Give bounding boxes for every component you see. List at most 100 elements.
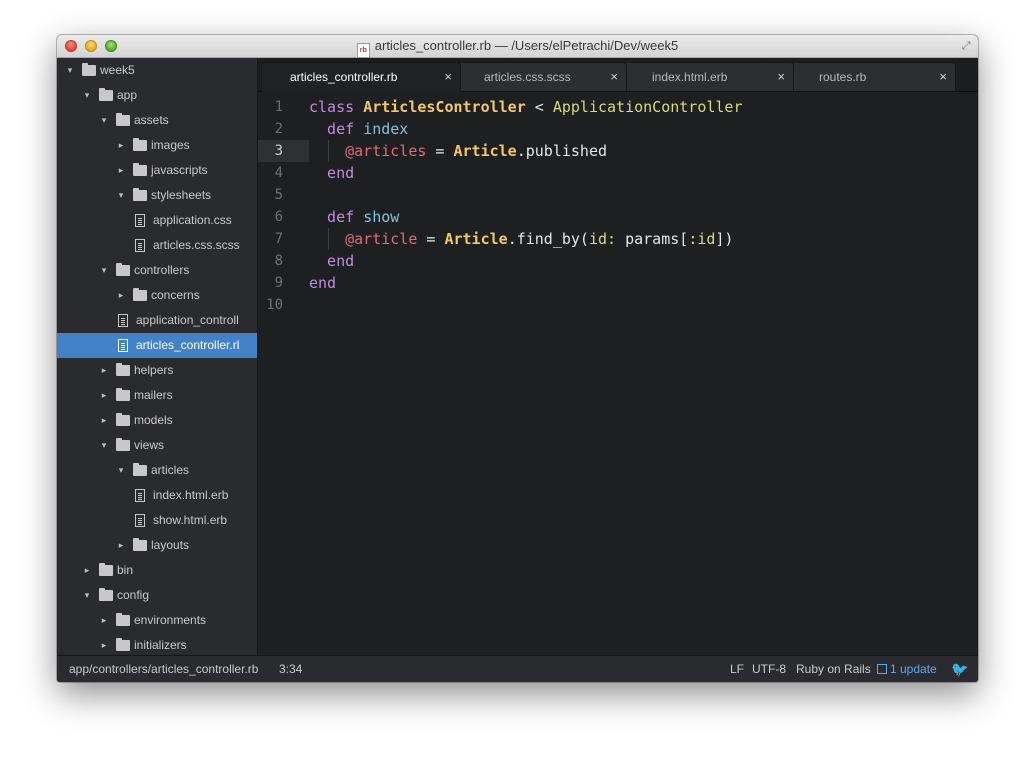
- tree-folder[interactable]: ▾ app: [57, 83, 257, 108]
- chevron-right-icon[interactable]: ▸: [99, 608, 109, 633]
- chevron-down-icon[interactable]: ▾: [82, 83, 92, 108]
- tree-folder[interactable]: ▸ initializers: [57, 633, 257, 655]
- line-number: 7: [274, 231, 283, 247]
- code-token: .find_by(: [507, 230, 589, 248]
- folder-icon: [133, 163, 147, 176]
- code-token: class: [309, 98, 364, 116]
- code-token: def: [309, 208, 364, 226]
- tree-folder[interactable]: ▾ config: [57, 583, 257, 608]
- folder-icon: [82, 63, 96, 76]
- code-line[interactable]: 5: [258, 184, 978, 206]
- tree-folder[interactable]: ▾ stylesheets: [57, 183, 257, 208]
- chevron-right-icon[interactable]: ▸: [116, 283, 126, 308]
- code-line[interactable]: 9 end: [258, 272, 978, 294]
- line-number: 3: [258, 140, 309, 162]
- chevron-right-icon[interactable]: ▸: [116, 533, 126, 558]
- tree-file[interactable]: application.css: [57, 208, 257, 233]
- code-line[interactable]: 7 @article = Article.find_by(id: params[…: [258, 228, 978, 250]
- code-token: end: [309, 164, 355, 182]
- line-number: 8: [274, 253, 283, 269]
- tree-file[interactable]: index.html.erb: [57, 483, 257, 508]
- chevron-down-icon[interactable]: ▾: [116, 458, 126, 483]
- tree-file[interactable]: show.html.erb: [57, 508, 257, 533]
- code-line[interactable]: 2 def index: [258, 118, 978, 140]
- chevron-down-icon[interactable]: ▾: [99, 108, 109, 133]
- line-number: 6: [274, 209, 283, 225]
- folder-icon: [116, 263, 130, 276]
- chevron-down-icon[interactable]: ▾: [82, 583, 92, 608]
- chevron-right-icon[interactable]: ▸: [99, 358, 109, 383]
- tree-folder[interactable]: ▸ helpers: [57, 358, 257, 383]
- chevron-right-icon[interactable]: ▸: [116, 133, 126, 158]
- fullscreen-icon[interactable]: ⤢: [959, 39, 973, 53]
- tab[interactable]: articles_controller.rb ×: [261, 62, 461, 92]
- tree-folder[interactable]: ▸ environments: [57, 608, 257, 633]
- tree-folder[interactable]: ▸ models: [57, 408, 257, 433]
- folder-icon: [116, 438, 130, 451]
- close-tab-icon[interactable]: ×: [610, 63, 618, 91]
- close-tab-icon[interactable]: ×: [777, 63, 785, 91]
- file-encoding[interactable]: UTF-8: [752, 656, 786, 682]
- bird-icon[interactable]: 🐦: [951, 656, 968, 682]
- tree-folder[interactable]: ▾ articles: [57, 458, 257, 483]
- code-text: def index: [309, 118, 408, 140]
- chevron-down-icon[interactable]: ▾: [99, 433, 109, 458]
- update-indicator[interactable]: 1 update: [877, 656, 937, 682]
- tree-folder[interactable]: ▸ images: [57, 133, 257, 158]
- code-line[interactable]: 1 class ArticlesController < ApplicationC…: [258, 96, 978, 118]
- tree-folder[interactable]: ▾ week5: [57, 58, 257, 83]
- editor-window: rb articles_controller.rb — /Users/elPetr…: [57, 35, 978, 682]
- tree-folder[interactable]: ▸ concerns: [57, 283, 257, 308]
- file-path[interactable]: app/controllers/articles_controller.rb: [69, 656, 258, 682]
- file-icon: [135, 489, 145, 502]
- code-text: end: [309, 250, 354, 272]
- code-text: @articles = Article.published: [309, 140, 607, 162]
- tree-folder[interactable]: ▸ bin: [57, 558, 257, 583]
- code-token: Article: [453, 142, 517, 160]
- tree-file[interactable]: articles_controller.rl: [57, 333, 257, 358]
- close-tab-icon[interactable]: ×: [444, 63, 452, 91]
- ruby-file-icon: rb: [356, 43, 370, 58]
- tree-item-label: views: [134, 438, 165, 452]
- code-line[interactable]: 8 end: [258, 250, 978, 272]
- tree-folder[interactable]: ▸ javascripts: [57, 158, 257, 183]
- grammar-selector[interactable]: Ruby on Rails: [796, 656, 871, 682]
- tree-file[interactable]: application_controll: [57, 308, 257, 333]
- tab-label: articles.css.scss: [484, 70, 571, 84]
- tree-item-label: show.html.erb: [153, 513, 228, 527]
- code-token: <: [525, 98, 553, 116]
- tab[interactable]: index.html.erb ×: [623, 62, 794, 91]
- close-tab-icon[interactable]: ×: [939, 63, 947, 91]
- chevron-down-icon[interactable]: ▾: [116, 183, 126, 208]
- chevron-right-icon[interactable]: ▸: [99, 383, 109, 408]
- title-bar[interactable]: rb articles_controller.rb — /Users/elPetr…: [57, 35, 978, 58]
- package-icon: [877, 664, 887, 674]
- file-tree[interactable]: ▾ week5 ▾ app ▾ assets ▸ images ▸ javascripts ▾ sty…: [57, 58, 258, 655]
- tab[interactable]: routes.rb ×: [790, 62, 956, 91]
- code-line[interactable]: 3 @articles = Article.published: [258, 140, 978, 162]
- tab[interactable]: articles.css.scss ×: [455, 62, 627, 91]
- code-line[interactable]: 10: [258, 294, 978, 316]
- code-token: @article: [345, 230, 418, 248]
- chevron-down-icon[interactable]: ▾: [99, 258, 109, 283]
- chevron-right-icon[interactable]: ▸: [99, 633, 109, 655]
- chevron-right-icon[interactable]: ▸: [99, 408, 109, 433]
- chevron-right-icon[interactable]: ▸: [82, 558, 92, 583]
- tree-folder[interactable]: ▾ assets: [57, 108, 257, 133]
- cursor-position[interactable]: 3:34: [279, 656, 302, 682]
- line-ending[interactable]: LF: [730, 656, 744, 682]
- tree-file[interactable]: articles.css.scss: [57, 233, 257, 258]
- tree-folder[interactable]: ▸ layouts: [57, 533, 257, 558]
- folder-icon: [116, 363, 130, 376]
- tree-item-label: application_controll: [136, 313, 239, 327]
- code-line[interactable]: 6 def show: [258, 206, 978, 228]
- tree-folder[interactable]: ▸ mailers: [57, 383, 257, 408]
- chevron-down-icon[interactable]: ▾: [65, 58, 75, 83]
- code-line[interactable]: 4 end: [258, 162, 978, 184]
- tree-folder[interactable]: ▾ controllers: [57, 258, 257, 283]
- tree-item-label: assets: [134, 113, 169, 127]
- code-editor[interactable]: 1 class ArticlesController < ApplicationC…: [258, 92, 978, 655]
- tree-folder[interactable]: ▾ views: [57, 433, 257, 458]
- chevron-right-icon[interactable]: ▸: [116, 158, 126, 183]
- code-token: end: [309, 274, 337, 292]
